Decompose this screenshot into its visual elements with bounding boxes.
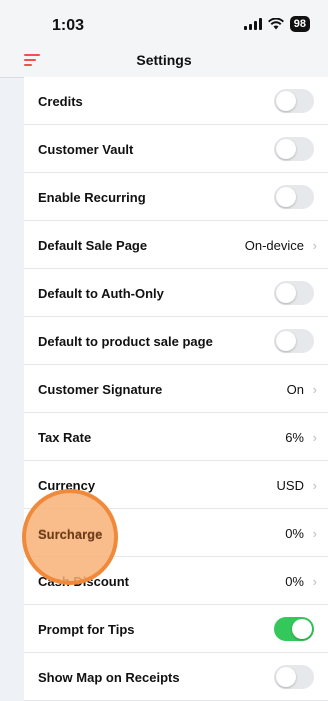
status-bar: 1:03 98 bbox=[0, 0, 328, 44]
settings-row-default-to-product-sale-page[interactable]: Default to product sale page bbox=[24, 317, 328, 365]
signal-icon bbox=[243, 18, 262, 30]
settings-screen: 1:03 98 Settings Credits Customer Vault En… bbox=[0, 0, 328, 701]
toggle-switch[interactable] bbox=[274, 617, 314, 641]
chevron-right-icon: › bbox=[312, 478, 317, 493]
settings-list: Credits Customer Vault Enable Recurring Def… bbox=[24, 77, 328, 701]
chevron-right-icon: › bbox=[312, 430, 317, 445]
settings-row-show-map-on-receipts[interactable]: Show Map on Receipts bbox=[24, 653, 328, 701]
highlight-label: Surcharge bbox=[38, 527, 103, 542]
toggle-knob bbox=[292, 619, 312, 639]
settings-row-label: Customer Vault bbox=[38, 142, 134, 157]
settings-row-label: Customer Signature bbox=[38, 382, 163, 397]
settings-row-customer-vault[interactable]: Customer Vault bbox=[24, 125, 328, 173]
toggle-switch[interactable] bbox=[274, 281, 314, 305]
settings-row-prompt-for-tips[interactable]: Prompt for Tips bbox=[24, 605, 328, 653]
settings-row-label: Credits bbox=[38, 94, 83, 109]
settings-row-tax-rate[interactable]: Tax Rate 6% › bbox=[24, 413, 328, 461]
settings-row-value: USD bbox=[276, 478, 304, 493]
settings-row-label: Default to Auth-Only bbox=[38, 286, 164, 301]
settings-row-customer-signature[interactable]: Customer Signature On › bbox=[24, 365, 328, 413]
chevron-right-icon: › bbox=[312, 574, 317, 589]
settings-row-label: Enable Recurring bbox=[38, 190, 146, 205]
toggle-knob bbox=[276, 91, 296, 111]
settings-row-label: Default Sale Page bbox=[38, 238, 148, 253]
settings-row-label: Default to product sale page bbox=[38, 334, 213, 349]
toggle-knob bbox=[276, 283, 296, 303]
toggle-knob bbox=[276, 331, 296, 351]
toggle-switch[interactable] bbox=[274, 329, 314, 353]
settings-row-credits[interactable]: Credits bbox=[24, 77, 328, 125]
chevron-right-icon: › bbox=[312, 526, 317, 541]
status-time: 1:03 bbox=[52, 17, 85, 34]
toggle-switch[interactable] bbox=[274, 89, 314, 113]
settings-row-value: 6% bbox=[285, 430, 304, 445]
settings-row-label: Tax Rate bbox=[38, 430, 92, 445]
toggle-knob bbox=[276, 187, 296, 207]
chevron-right-icon: › bbox=[312, 382, 317, 397]
chevron-right-icon: › bbox=[312, 238, 317, 253]
settings-row-default-sale-page[interactable]: Default Sale Page On-device › bbox=[24, 221, 328, 269]
settings-row-value: 0% bbox=[285, 574, 304, 589]
toggle-knob bbox=[276, 139, 296, 159]
settings-row-value: On bbox=[286, 382, 304, 397]
toggle-switch[interactable] bbox=[274, 665, 314, 689]
status-icons: 98 bbox=[243, 16, 310, 32]
wifi-icon bbox=[267, 18, 284, 30]
toggle-switch[interactable] bbox=[274, 185, 314, 209]
page-title: Settings bbox=[136, 52, 192, 68]
battery-indicator: 98 bbox=[289, 16, 310, 32]
nav-bar: Settings bbox=[0, 44, 328, 78]
settings-row-default-to-auth-only[interactable]: Default to Auth-Only bbox=[24, 269, 328, 317]
settings-row-label: Show Map on Receipts bbox=[38, 670, 180, 685]
settings-row-label: Prompt for Tips bbox=[38, 622, 135, 637]
toggle-knob bbox=[276, 667, 296, 687]
settings-row-enable-recurring[interactable]: Enable Recurring bbox=[24, 173, 328, 221]
settings-row-value: On-device bbox=[244, 238, 304, 253]
settings-row-value: 0% bbox=[285, 526, 304, 541]
toggle-switch[interactable] bbox=[274, 137, 314, 161]
